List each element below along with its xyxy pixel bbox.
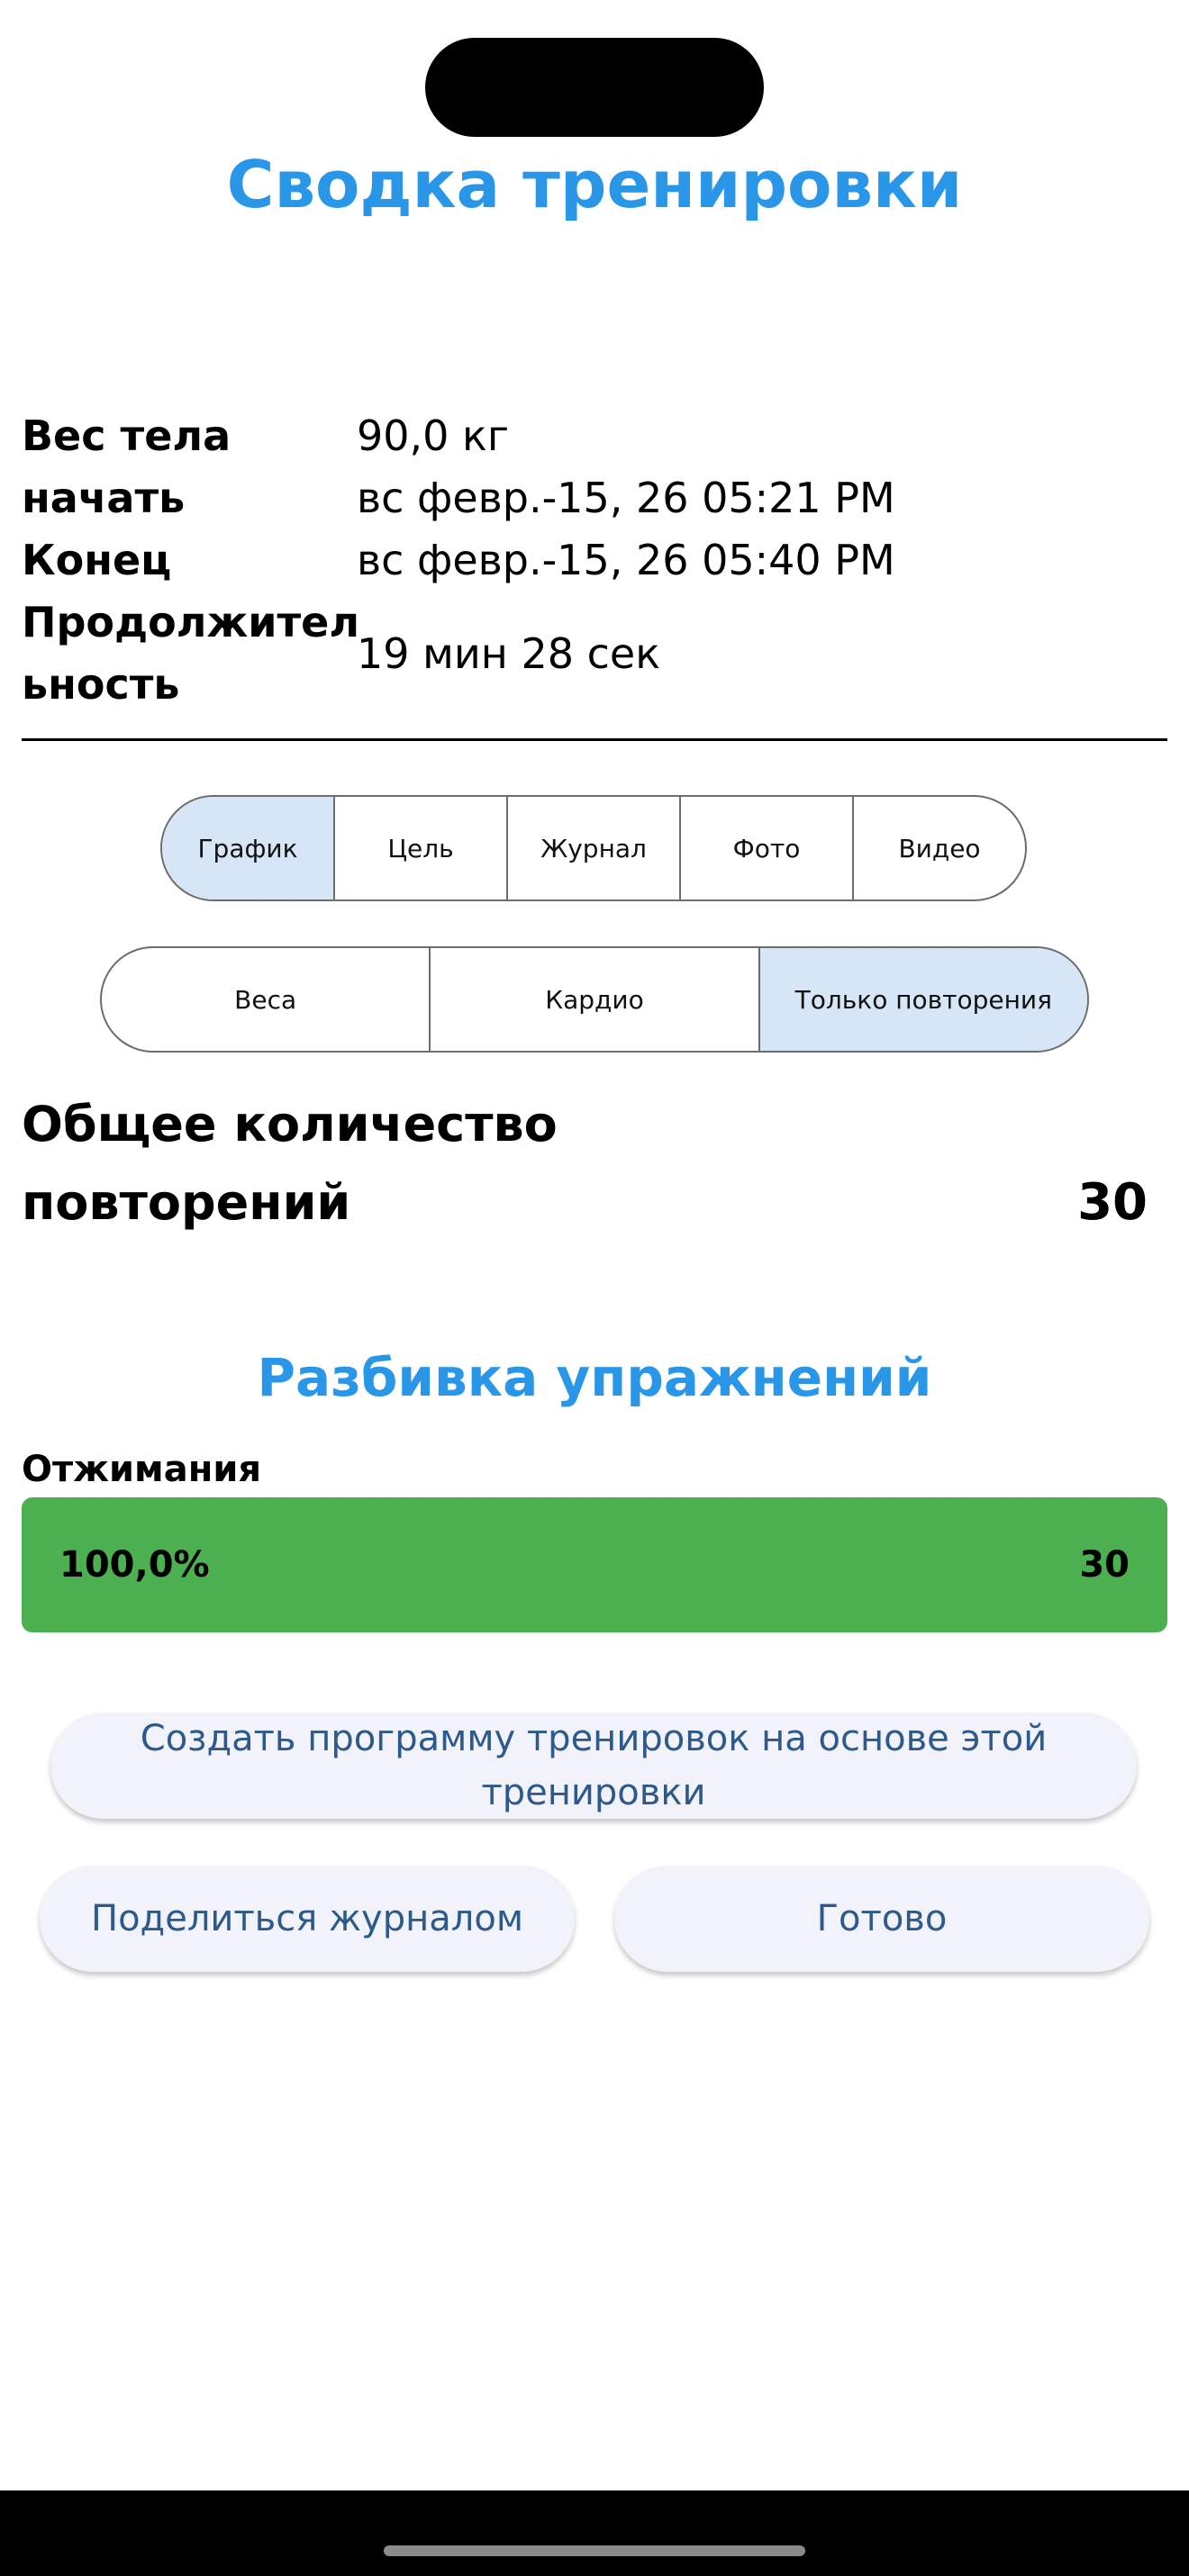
workout-info: Вес тела 90,0 кг начать вс февр.-15, 26 … [22,405,1167,716]
info-label: Вес тела [22,411,231,460]
exercise-progress-bar: 100,0% 30 [22,1497,1167,1632]
tab-goal[interactable]: Цель [335,797,508,899]
exercise-percent: 100,0% [59,1544,210,1586]
type-filter: Веса Кардио Только повторения [100,946,1089,1053]
exercise-count: 30 [1079,1544,1130,1586]
total-reps-label: Общее количество повторений [22,1096,558,1231]
filter-cardio[interactable]: Кардио [431,948,760,1051]
info-label: Конец [22,536,172,584]
tab-chart[interactable]: График [162,797,335,899]
done-button[interactable]: Готово [614,1866,1149,1972]
info-value: 90,0 кг [357,411,509,460]
info-value: вс февр.-15, 26 05:21 PM [357,474,895,522]
breakdown-title: Разбивка упражнений [257,1347,932,1408]
bottom-bar [0,2490,1189,2576]
filter-reps-only[interactable]: Только повторения [759,948,1087,1051]
home-indicator[interactable] [384,2545,805,2556]
filter-weights[interactable]: Веса [102,948,431,1051]
create-program-button[interactable]: Создать программу тренировок на основе э… [50,1713,1137,1819]
info-row-start: начать вс февр.-15, 26 05:21 PM [22,467,1167,529]
share-log-button[interactable]: Поделиться журналом [40,1866,575,1972]
info-value: 19 мин 28 сек [357,628,660,678]
tab-video[interactable]: Видео [854,797,1025,899]
info-value: вс февр.-15, 26 05:40 PM [357,536,895,584]
total-reps-value: 30 [1077,1173,1148,1232]
info-row-duration: Продолжител ьность 19 мин 28 сек [22,592,1167,716]
tab-photo[interactable]: Фото [681,797,854,899]
info-row-body-weight: Вес тела 90,0 кг [22,405,1167,467]
info-row-end: Конец вс февр.-15, 26 05:40 PM [22,529,1167,592]
exercise-name: Отжимания [22,1449,262,1490]
tab-log[interactable]: Журнал [508,797,681,899]
page-title: Сводка тренировки [226,147,963,222]
dynamic-island [425,38,764,137]
view-tabs: График Цель Журнал Фото Видео [160,795,1027,901]
info-label: начать [22,474,186,522]
divider [22,738,1167,741]
info-label: Продолжител ьность [22,598,360,709]
